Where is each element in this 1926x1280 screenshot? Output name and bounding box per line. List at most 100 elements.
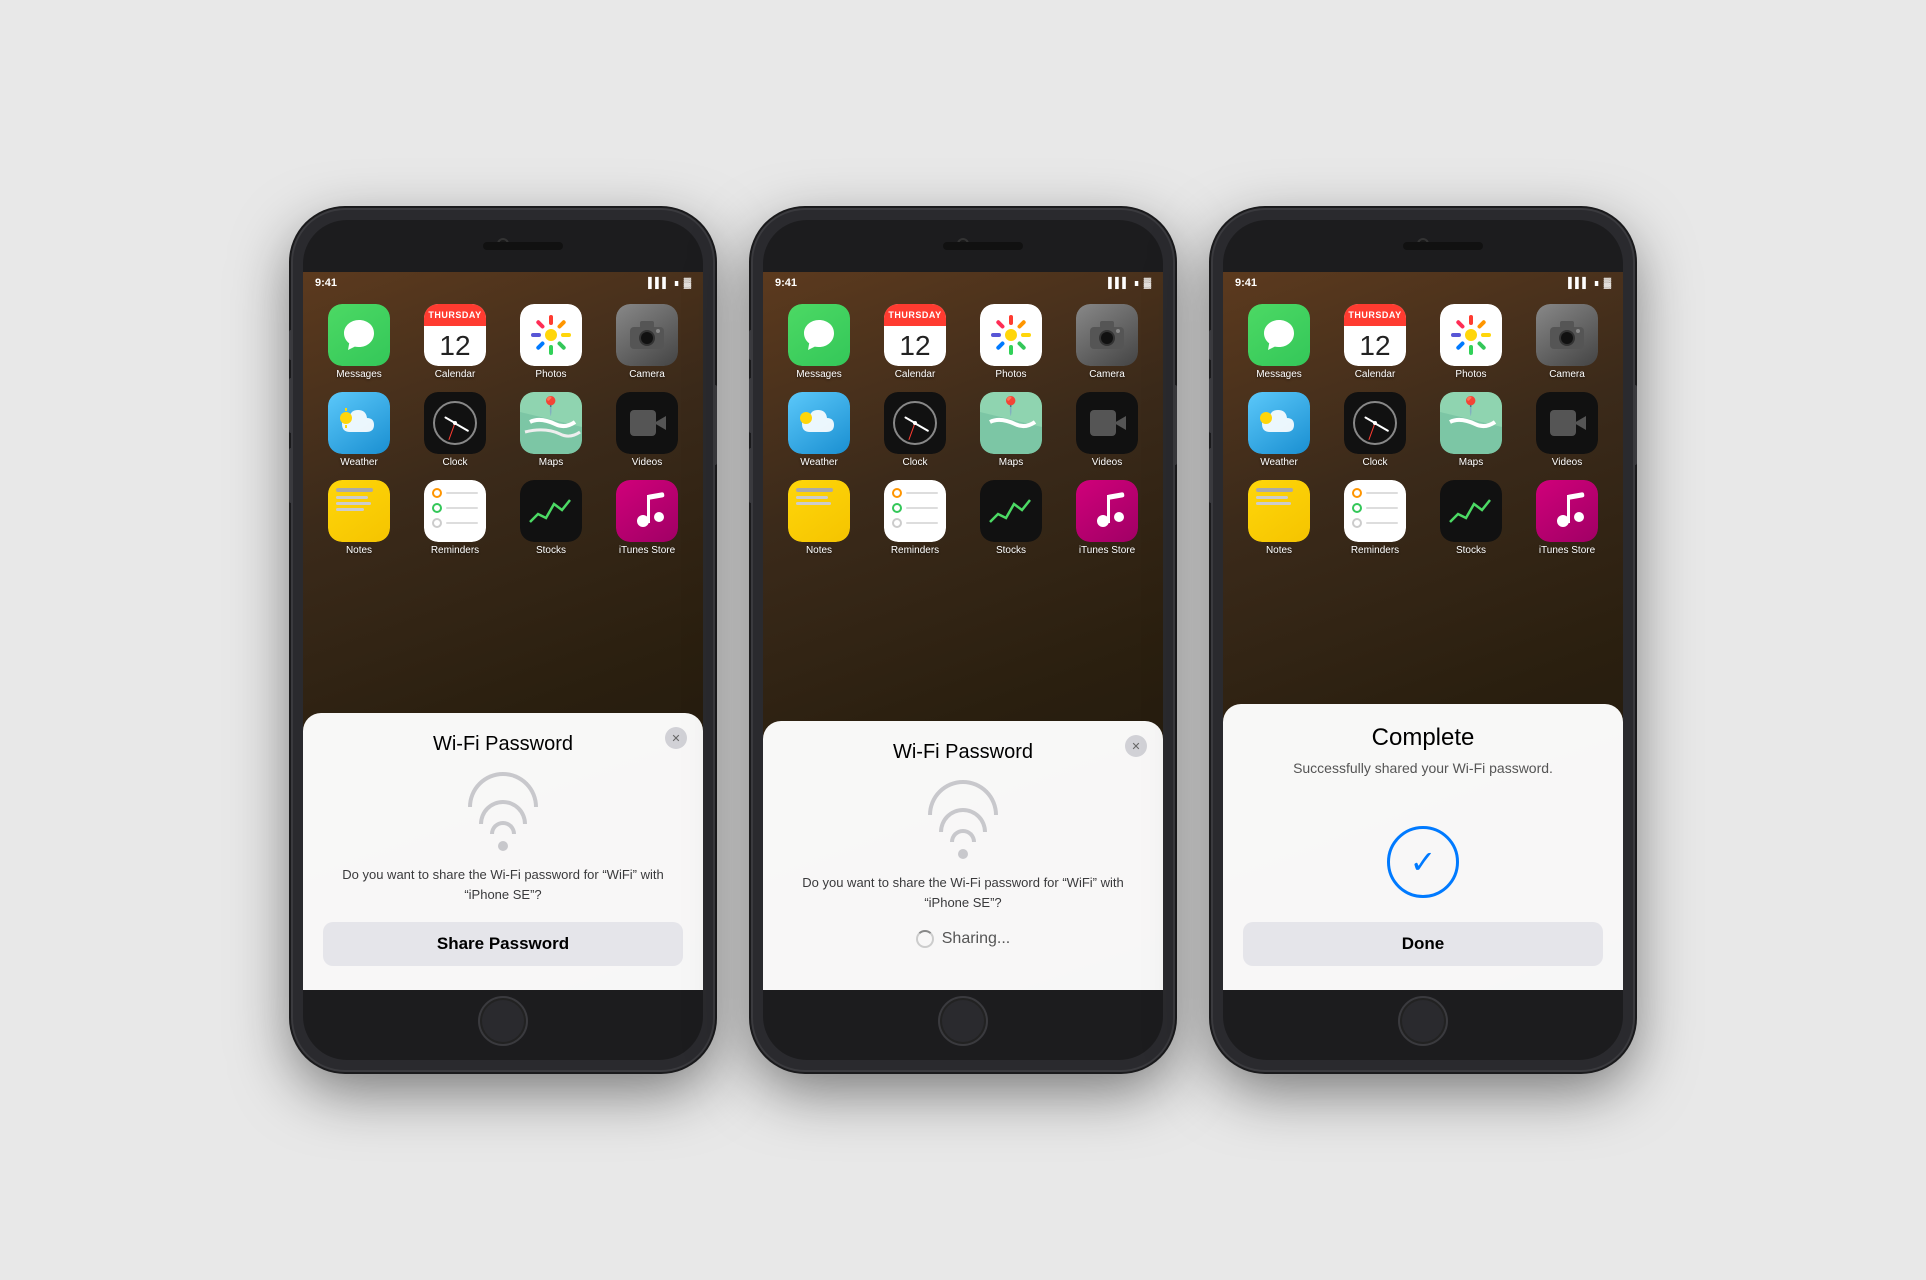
battery-icon-3: ▓ (1604, 278, 1611, 289)
status-time: 9:41 (315, 277, 337, 289)
app-weather-label-2: Weather (800, 457, 838, 468)
complete-modal: Complete Successfully shared your Wi-Fi … (1223, 704, 1623, 990)
app-weather[interactable]: Weather (317, 392, 401, 468)
app-stocks-2[interactable]: Stocks (969, 480, 1053, 556)
home-button-3[interactable] (1398, 996, 1448, 1046)
app-weather-2[interactable]: Weather (777, 392, 861, 468)
speaker-2 (943, 242, 1023, 250)
modal-title-1: Wi-Fi Password (433, 733, 573, 756)
app-maps-2[interactable]: 📍 Maps (969, 392, 1053, 468)
phone-screen-3: 9:41 ▌▌▌ ∎ ▓ (1223, 272, 1623, 990)
app-stocks-label-2: Stocks (996, 545, 1026, 556)
app-camera-2[interactable]: Camera (1065, 304, 1149, 380)
app-camera-label-3: Camera (1549, 369, 1585, 380)
app-camera[interactable]: Camera (605, 304, 689, 380)
app-messages[interactable]: Messages (317, 304, 401, 380)
modal-close-btn-2[interactable]: ✕ (1125, 735, 1147, 757)
app-itunes-3[interactable]: iTunes Store (1525, 480, 1609, 556)
app-stocks-3[interactable]: Stocks (1429, 480, 1513, 556)
app-clock-3[interactable]: Clock (1333, 392, 1417, 468)
wifi-icon-large-2 (928, 780, 998, 859)
status-bar-3: 9:41 ▌▌▌ ∎ ▓ (1223, 272, 1623, 294)
complete-subtitle: Successfully shared your Wi-Fi password. (1293, 760, 1553, 776)
app-camera-3[interactable]: Camera (1525, 304, 1609, 380)
svg-text:📍: 📍 (1460, 395, 1482, 416)
app-messages-label: Messages (336, 369, 382, 380)
app-reminders-3[interactable]: Reminders (1333, 480, 1417, 556)
battery-icon-2: ▓ (1144, 278, 1151, 289)
app-itunes[interactable]: iTunes Store (605, 480, 689, 556)
app-videos-label: Videos (632, 457, 662, 468)
app-videos-label-2: Videos (1092, 457, 1122, 468)
app-grid: Messages THURSDAY 12 Calendar (303, 294, 703, 566)
app-photos-label-3: Photos (1455, 369, 1486, 380)
app-videos[interactable]: Videos (605, 392, 689, 468)
app-itunes-label-3: iTunes Store (1539, 545, 1595, 556)
sharing-text: Sharing... (942, 930, 1010, 948)
app-maps-3[interactable]: 📍 Maps (1429, 392, 1513, 468)
battery-icon: ▓ (684, 278, 691, 289)
app-weather-label: Weather (340, 457, 378, 468)
calendar-day-name: THURSDAY (424, 304, 486, 326)
svg-text:📍: 📍 (540, 395, 562, 416)
app-photos-2[interactable]: Photos (969, 304, 1053, 380)
app-calendar-3[interactable]: THURSDAY 12 Calendar (1333, 304, 1417, 380)
speaker-3 (1403, 242, 1483, 250)
app-notes-label-2: Notes (806, 545, 832, 556)
app-weather-3[interactable]: Weather (1237, 392, 1321, 468)
app-messages-3[interactable]: Messages (1237, 304, 1321, 380)
app-clock-label-3: Clock (1362, 457, 1387, 468)
app-itunes-2[interactable]: iTunes Store (1065, 480, 1149, 556)
app-photos-3[interactable]: Photos (1429, 304, 1513, 380)
calendar-day-name-2: THURSDAY (884, 304, 946, 326)
app-clock[interactable]: Clock (413, 392, 497, 468)
modal-body-1: Do you want to share the Wi-Fi password … (323, 865, 683, 904)
app-itunes-label: iTunes Store (619, 545, 675, 556)
app-videos-2[interactable]: Videos (1065, 392, 1149, 468)
app-reminders[interactable]: Reminders (413, 480, 497, 556)
svg-text:📍: 📍 (1000, 395, 1022, 416)
app-reminders-2[interactable]: Reminders (873, 480, 957, 556)
speaker (483, 242, 563, 250)
calendar-day-number-3: 12 (1344, 326, 1406, 366)
app-stocks-label: Stocks (536, 545, 566, 556)
app-maps-label-2: Maps (999, 457, 1023, 468)
home-button-2[interactable] (938, 996, 988, 1046)
app-maps-label-3: Maps (1459, 457, 1483, 468)
app-clock-2[interactable]: Clock (873, 392, 957, 468)
app-messages-2[interactable]: Messages (777, 304, 861, 380)
wifi-password-modal-2: ✕ Wi-Fi Password Do you want to share th… (763, 721, 1163, 990)
app-calendar[interactable]: THURSDAY 12 Calendar (413, 304, 497, 380)
app-photos-label: Photos (535, 369, 566, 380)
app-grid-2: Messages THURSDAY 12 Calendar (763, 294, 1163, 566)
modal-body-2: Do you want to share the Wi-Fi password … (783, 873, 1143, 912)
home-button-1[interactable] (478, 996, 528, 1046)
app-photos-label-2: Photos (995, 369, 1026, 380)
phone-screen: 9:41 ▌▌▌ ∎ ▓ (303, 272, 703, 990)
app-camera-label: Camera (629, 369, 665, 380)
app-videos-label-3: Videos (1552, 457, 1582, 468)
app-notes-3[interactable]: Notes (1237, 480, 1321, 556)
wifi-password-modal-1: ✕ Wi-Fi Password Do you want to share th… (303, 713, 703, 990)
wifi-status-icon-2: ∎ (1133, 278, 1139, 289)
app-stocks-label-3: Stocks (1456, 545, 1486, 556)
app-camera-label-2: Camera (1089, 369, 1125, 380)
app-messages-label-2: Messages (796, 369, 842, 380)
app-notes[interactable]: Notes (317, 480, 401, 556)
app-calendar-2[interactable]: THURSDAY 12 Calendar (873, 304, 957, 380)
app-notes-2[interactable]: Notes (777, 480, 861, 556)
share-password-btn[interactable]: Share Password (323, 922, 683, 966)
modal-title-2: Wi-Fi Password (893, 741, 1033, 764)
app-clock-label: Clock (442, 457, 467, 468)
app-videos-3[interactable]: Videos (1525, 392, 1609, 468)
app-stocks[interactable]: Stocks (509, 480, 593, 556)
checkmark-icon: ✓ (1410, 843, 1437, 881)
app-maps[interactable]: 📍 Maps (509, 392, 593, 468)
app-reminders-label-2: Reminders (891, 545, 939, 556)
app-photos[interactable]: Photos (509, 304, 593, 380)
signal-icon: ▌▌▌ (648, 278, 669, 289)
modal-close-btn-1[interactable]: ✕ (665, 727, 687, 749)
complete-title: Complete (1372, 724, 1475, 752)
app-notes-label-3: Notes (1266, 545, 1292, 556)
done-button[interactable]: Done (1243, 922, 1603, 966)
